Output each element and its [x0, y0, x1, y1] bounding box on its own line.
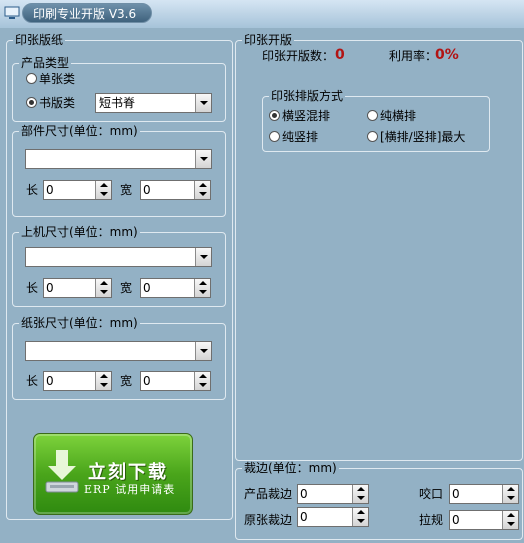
spin-arrows-icon[interactable]	[194, 372, 210, 390]
product-trim-stepper[interactable]: 0	[297, 484, 369, 504]
part-size-group: 部件尺寸(单位：mm)	[12, 124, 226, 217]
window-title: 印刷专业开版 V3.6	[22, 3, 152, 23]
spin-arrows-icon[interactable]	[95, 372, 111, 390]
paper-length-label: 长	[26, 374, 39, 388]
spin-arrows-icon[interactable]	[194, 181, 210, 199]
side-guide-value: 0	[452, 513, 460, 527]
download-icon	[45, 450, 79, 493]
side-guide-stepper[interactable]: 0	[449, 510, 519, 530]
side-guide-label: 拉规	[419, 513, 444, 527]
paper-length-stepper[interactable]: 0	[43, 371, 112, 391]
product-type-legend: 产品类型	[19, 56, 72, 71]
press-size-legend: 上机尺寸(单位：mm)	[19, 225, 140, 240]
radio-dot	[26, 73, 37, 84]
gripper-label: 咬口	[419, 487, 444, 501]
spin-arrows-icon[interactable]	[95, 181, 111, 199]
radio-layout-horizontal-label: 纯横排	[380, 109, 417, 123]
trim-panel-legend: 裁边(单位：mm)	[242, 461, 339, 476]
original-trim-stepper[interactable]: 0	[297, 507, 369, 527]
radio-single-sheet-label: 单张类	[39, 72, 76, 86]
part-length-stepper[interactable]: 0	[43, 180, 112, 200]
imposition-count-value: 0	[335, 47, 345, 63]
press-length-label: 长	[26, 281, 39, 295]
press-size-select[interactable]	[25, 247, 212, 267]
radio-dot	[269, 131, 280, 142]
radio-layout-horizontal[interactable]: 纯横排	[367, 108, 416, 124]
imposition-count-label: 印张开版数：	[262, 49, 335, 63]
utilization-label: 利用率：	[389, 49, 438, 63]
book-binding-select[interactable]: 短书脊	[95, 93, 212, 113]
radio-book[interactable]: 书版类	[26, 95, 75, 111]
press-width-stepper[interactable]: 0	[140, 278, 211, 298]
paper-length-value: 0	[46, 374, 54, 388]
radio-layout-mixed-label: 横竖混排	[282, 109, 331, 123]
spin-arrows-icon[interactable]	[352, 508, 368, 526]
spin-arrows-icon[interactable]	[95, 279, 111, 297]
book-binding-value: 短书脊	[99, 96, 136, 110]
paper-size-select[interactable]	[25, 341, 212, 361]
paper-panel-legend: 印张版纸	[13, 33, 66, 48]
utilization-value: 0%	[435, 47, 459, 63]
press-width-label: 宽	[120, 281, 133, 295]
part-size-select[interactable]	[25, 149, 212, 169]
chevron-down-icon[interactable]	[195, 342, 211, 360]
radio-layout-max[interactable]: [横排/竖排]最大	[367, 129, 465, 145]
radio-book-label: 书版类	[39, 96, 76, 110]
chevron-down-icon[interactable]	[195, 150, 211, 168]
radio-layout-max-label: [横排/竖排]最大	[380, 130, 466, 144]
radio-single-sheet[interactable]: 单张类	[26, 71, 75, 87]
radio-dot-selected	[269, 110, 280, 121]
imposition-panel-legend: 印张开版	[242, 33, 295, 48]
radio-layout-mixed[interactable]: 横竖混排	[269, 108, 330, 124]
title-bar: 印刷专业开版 V3.6	[0, 0, 524, 28]
chevron-down-icon[interactable]	[195, 248, 211, 266]
radio-dot	[367, 110, 378, 121]
radio-dot-selected	[26, 97, 37, 108]
paper-size-legend: 纸张尺寸(单位：mm)	[19, 316, 140, 331]
download-button-sublabel: ERP 试用申请表	[84, 483, 176, 496]
spin-arrows-icon[interactable]	[352, 485, 368, 503]
app-icon	[4, 6, 20, 19]
paper-width-value: 0	[143, 374, 151, 388]
press-length-stepper[interactable]: 0	[43, 278, 112, 298]
paper-width-stepper[interactable]: 0	[140, 371, 211, 391]
part-length-value: 0	[46, 183, 54, 197]
press-width-value: 0	[143, 281, 151, 295]
gripper-stepper[interactable]: 0	[449, 484, 519, 504]
spin-arrows-icon[interactable]	[502, 485, 518, 503]
part-length-label: 长	[26, 183, 39, 197]
press-length-value: 0	[46, 281, 54, 295]
part-width-value: 0	[143, 183, 151, 197]
radio-dot	[367, 131, 378, 142]
original-trim-label: 原张裁边	[244, 513, 293, 527]
spin-arrows-icon[interactable]	[194, 279, 210, 297]
chevron-down-icon[interactable]	[195, 94, 211, 112]
part-size-legend: 部件尺寸(单位：mm)	[19, 124, 140, 139]
download-button[interactable]: 立刻下载 ERP 试用申请表	[33, 433, 193, 515]
radio-layout-vertical-label: 纯竖排	[282, 130, 319, 144]
layout-method-legend: 印张排版方式	[269, 89, 346, 104]
radio-layout-vertical[interactable]: 纯竖排	[269, 129, 318, 145]
part-width-label: 宽	[120, 183, 133, 197]
product-trim-value: 0	[300, 487, 308, 501]
gripper-value: 0	[452, 487, 460, 501]
product-trim-label: 产品裁边	[244, 487, 293, 501]
original-trim-value: 0	[300, 510, 308, 524]
paper-width-label: 宽	[120, 374, 133, 388]
part-width-stepper[interactable]: 0	[140, 180, 211, 200]
spin-arrows-icon[interactable]	[502, 511, 518, 529]
